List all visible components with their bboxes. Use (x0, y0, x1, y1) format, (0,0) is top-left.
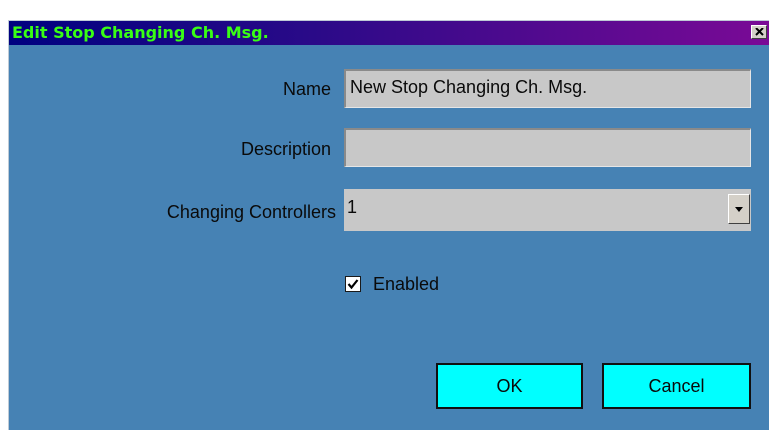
cancel-button[interactable]: Cancel (602, 363, 751, 409)
name-label: Name (282, 79, 331, 99)
enabled-label: Enabled (373, 274, 440, 294)
description-label: Description (240, 139, 331, 159)
changing-controllers-select[interactable]: 1 (344, 189, 751, 231)
dialog-title: Edit Stop Changing Ch. Msg. (12, 23, 269, 42)
ok-button[interactable]: OK (436, 363, 583, 409)
edit-dialog: Edit Stop Changing Ch. Msg. Name New Sto… (8, 20, 769, 430)
dropdown-button[interactable] (728, 194, 750, 224)
name-field[interactable]: New Stop Changing Ch. Msg. (344, 69, 751, 108)
changing-controllers-value: 1 (347, 197, 358, 217)
close-button[interactable] (751, 25, 767, 39)
description-field[interactable] (344, 128, 751, 167)
checkmark-icon (347, 279, 359, 290)
title-bar[interactable]: Edit Stop Changing Ch. Msg. (9, 21, 769, 45)
changing-controllers-label: Changing Controllers (166, 202, 336, 222)
chevron-down-icon (735, 207, 743, 212)
close-icon (755, 28, 764, 36)
enabled-checkbox[interactable] (345, 276, 361, 292)
